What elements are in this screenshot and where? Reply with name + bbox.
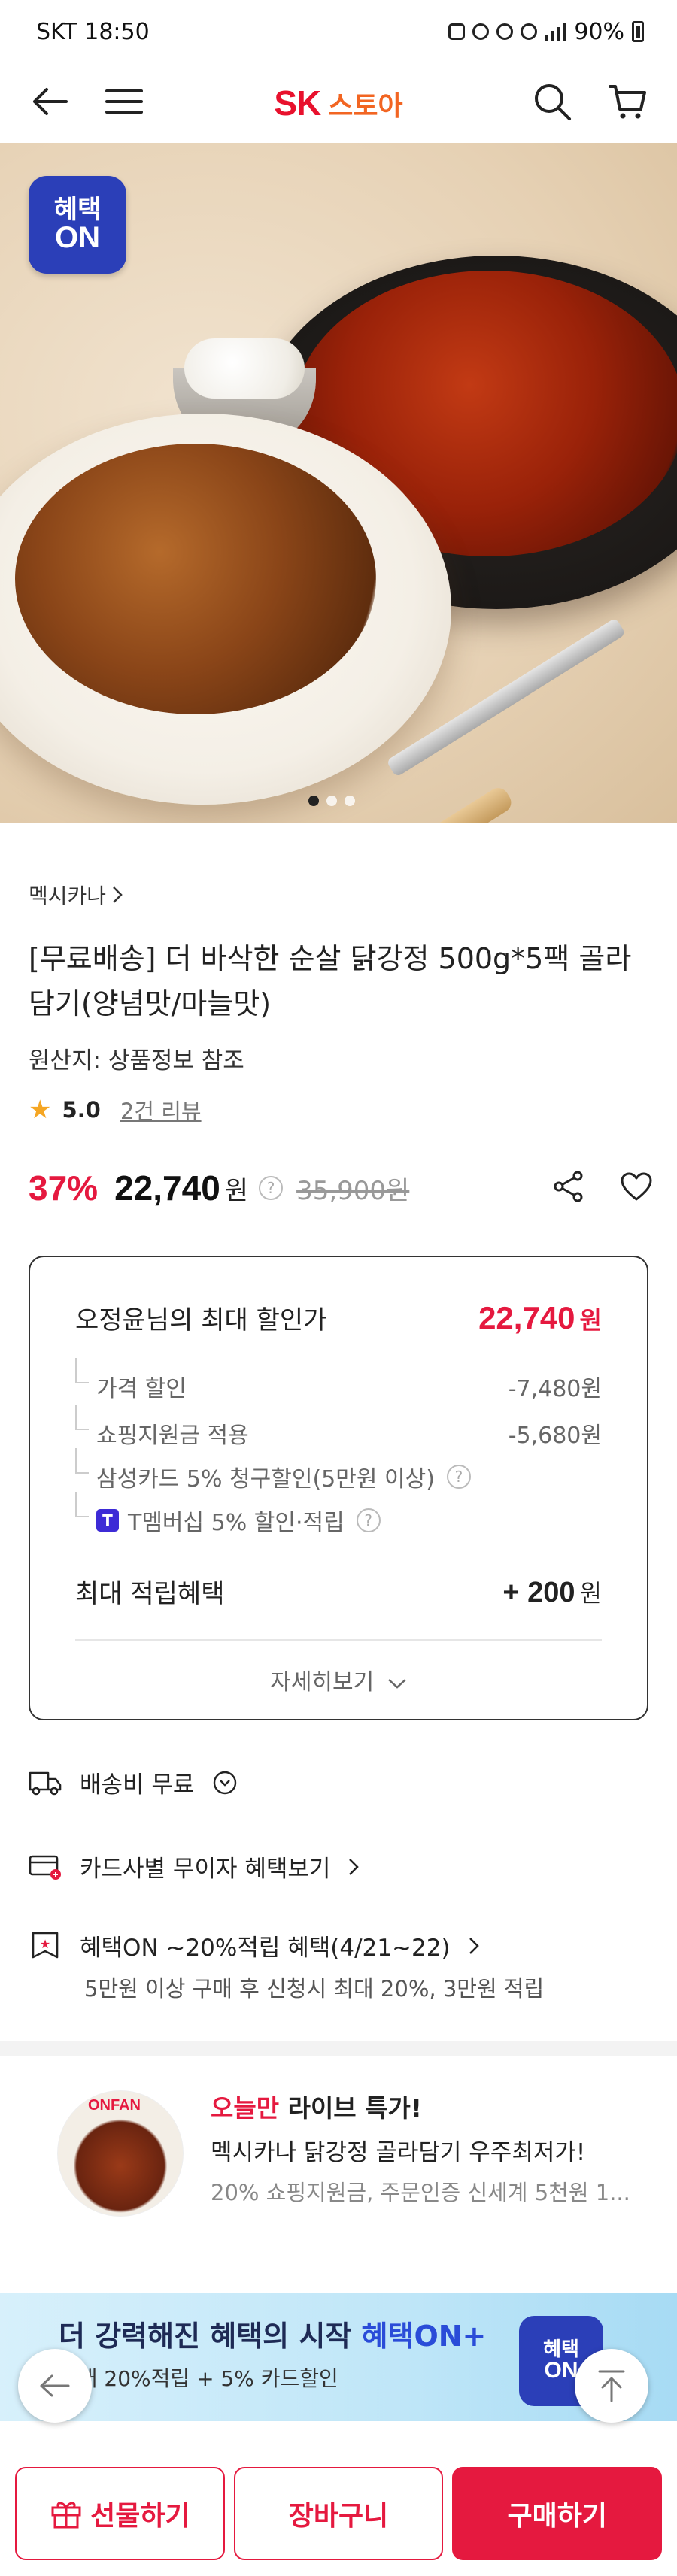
discount-line-tmember: T T멤버십 5% 할인·적립 ? xyxy=(75,1492,602,1537)
benefit-flag-icon: ★ xyxy=(29,1931,62,1961)
divider xyxy=(75,1639,602,1641)
carousel-pager[interactable] xyxy=(308,796,355,806)
add-to-cart-button[interactable]: 장바구니 xyxy=(233,2467,444,2560)
scroll-top-button[interactable] xyxy=(575,2349,648,2423)
sale-price: 22,740 xyxy=(114,1168,220,1208)
max-discount-box: 오정윤님의 최대 할인가 22,740 원 가격 할인 -7,480원 쇼핑지원금… xyxy=(29,1256,648,1720)
back-floating-button[interactable] xyxy=(18,2349,92,2423)
rating-row: ★ 5.0 2건 리뷰 xyxy=(29,1094,202,1126)
won-unit: 원 xyxy=(224,1175,249,1206)
chevron-down-circle-icon xyxy=(214,1771,237,1794)
benefit-on-badge: 혜택 ON xyxy=(29,176,126,274)
t-membership-icon: T xyxy=(96,1509,119,1532)
back-arrow-icon xyxy=(40,2374,70,2397)
menu-icon[interactable] xyxy=(105,86,143,120)
pickled-radish xyxy=(184,338,305,399)
samsung-info-icon[interactable]: ? xyxy=(446,1465,471,1489)
tmember-info-icon[interactable]: ? xyxy=(356,1508,381,1532)
app-header: SK 스토아 xyxy=(0,63,677,143)
live-description: 멕시카나 닭강정 골라담기 우주최저가! xyxy=(211,2139,586,2166)
search-icon[interactable] xyxy=(533,82,572,124)
pager-dot[interactable] xyxy=(345,796,355,806)
chevron-down-icon xyxy=(387,1679,406,1689)
benefit-on-plus-banner[interactable]: 더 강력해진 혜택의 시작 혜택ON+ 최대 20%적립 + 5% 카드할인 혜… xyxy=(0,2293,677,2421)
discount-line-support: 쇼핑지원금 적용 -5,680원 xyxy=(75,1405,602,1450)
review-link[interactable]: 2건 리뷰 xyxy=(120,1094,202,1126)
pager-dot[interactable] xyxy=(326,796,337,806)
discount-rate: 37% xyxy=(29,1168,99,1208)
benefit-on-subtext: 5만원 이상 구매 후 신청시 최대 20%, 3만원 적립 xyxy=(84,1976,545,2002)
heart-icon[interactable] xyxy=(620,1171,653,1205)
status-right: 90% xyxy=(448,19,644,45)
scroll-top-icon xyxy=(598,2370,625,2402)
section-separator xyxy=(0,2041,677,2056)
max-points-row: 최대 적립혜택 + 200 원 xyxy=(75,1576,602,1610)
battery-icon xyxy=(632,21,644,42)
notification-icon xyxy=(448,23,466,40)
wifi-icon xyxy=(521,23,538,40)
status-bar: SKT 18:50 90% xyxy=(0,0,677,63)
gift-icon xyxy=(51,2502,81,2529)
max-discount-title: 오정윤님의 최대 할인가 xyxy=(75,1305,327,1335)
discount-line-samsung: 삼성카드 5% 청구할인(5만원 이상) ? xyxy=(75,1448,602,1493)
share-icon[interactable] xyxy=(552,1170,585,1206)
chevron-right-icon xyxy=(469,1937,479,1954)
live-thumbnail: ONFAN xyxy=(57,2090,184,2217)
max-discount-price: 22,740 원 xyxy=(478,1299,602,1335)
chevron-right-icon xyxy=(349,1858,360,1875)
price-row: 37% 22,740 원 ? 35,900원 xyxy=(29,1162,653,1214)
signal-icon xyxy=(545,23,567,41)
brand-link[interactable]: 멕시카나 xyxy=(29,880,123,910)
promo-subtitle: 최대 20%적립 + 5% 카드할인 xyxy=(59,2366,338,2391)
live-subdescription: 20% 쇼핑지원금, 주문인증 신세계 5천원 1... xyxy=(211,2180,630,2205)
card-icon xyxy=(29,1852,62,1882)
buy-button[interactable]: 구매하기 xyxy=(452,2467,663,2560)
star-icon: ★ xyxy=(29,1095,52,1125)
card-benefit-row[interactable]: 카드사별 무이자 혜택보기 xyxy=(29,1850,360,1884)
svg-text:★: ★ xyxy=(40,1937,50,1951)
fork-handle xyxy=(399,783,515,823)
discount-line-price: 가격 할인 -7,480원 xyxy=(75,1358,602,1403)
sk-store-logo[interactable]: SK 스토아 xyxy=(274,83,402,123)
live-special-banner[interactable]: ONFAN 오늘만 라이브 특가! 멕시카나 닭강정 골라담기 우주최저가! 2… xyxy=(0,2056,677,2290)
rating-value: 5.0 xyxy=(62,1097,101,1123)
cart-icon[interactable] xyxy=(608,82,647,124)
promo-title: 더 강력해진 혜택의 시작 혜택ON+ xyxy=(59,2320,487,2353)
gift-button[interactable]: 선물하기 xyxy=(15,2467,225,2560)
shipping-row[interactable]: 배송비 무료 xyxy=(29,1765,238,1799)
garlic-chicken-image xyxy=(15,444,376,714)
status-icons xyxy=(448,23,567,41)
alarm-icon xyxy=(472,23,490,40)
back-arrow-icon[interactable] xyxy=(30,86,69,120)
original-price: 35,900원 xyxy=(296,1175,410,1206)
pager-dot[interactable] xyxy=(308,796,319,806)
battery-percent: 90% xyxy=(574,18,624,45)
chevron-right-icon xyxy=(113,886,123,903)
price-info-icon[interactable]: ? xyxy=(259,1176,284,1200)
product-image-carousel[interactable]: 혜택 ON xyxy=(0,143,677,823)
truck-icon xyxy=(29,1768,62,1798)
bottom-action-bar: 선물하기 장바구니 구매하기 xyxy=(0,2453,677,2576)
live-title: 오늘만 라이브 특가! xyxy=(211,2093,422,2123)
status-carrier-time: SKT 18:50 xyxy=(36,18,150,45)
bluetooth-icon xyxy=(496,23,514,40)
benefit-on-row[interactable]: ★ 혜택ON ~20%적립 혜택(4/21~22) xyxy=(29,1929,479,1962)
more-details-toggle[interactable]: 자세히보기 xyxy=(30,1663,647,1696)
product-title: [무료배송] 더 바삭한 순살 닭강정 500g*5팩 골라담기(양념맛/마늘맛… xyxy=(29,942,632,1020)
origin-info: 원산지: 상품정보 참조 xyxy=(29,1047,244,1074)
